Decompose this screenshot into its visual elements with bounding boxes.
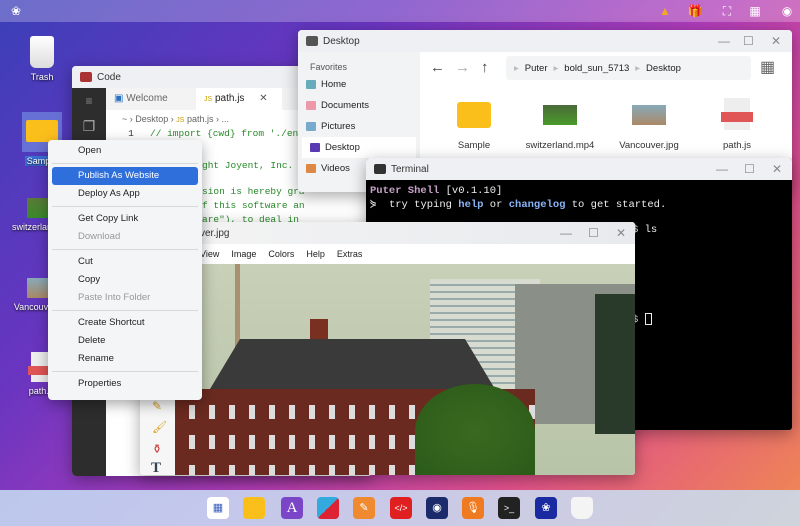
path-bar[interactable]: ▸ Puter ▸ bold_sun_5713 ▸ Desktop bbox=[506, 56, 751, 80]
home-icon bbox=[306, 80, 316, 89]
image-menubar: View Image Colors Help Extras bbox=[140, 244, 635, 264]
close-button[interactable]: ✕ bbox=[771, 34, 781, 48]
warning-icon[interactable]: ▲ bbox=[657, 3, 673, 19]
pictures-icon bbox=[306, 122, 316, 131]
recorder-icon[interactable]: 🎙 bbox=[462, 497, 484, 519]
menu-item-paste-into-folder: Paste Into Folder bbox=[78, 292, 151, 303]
folder-icon bbox=[306, 36, 318, 46]
file-item-vancouver[interactable]: Vancouver.jpg bbox=[609, 102, 689, 151]
menu-view[interactable]: View bbox=[200, 249, 219, 259]
minimize-button[interactable]: — bbox=[718, 34, 730, 48]
view-grid-icon[interactable]: ▦ bbox=[760, 57, 775, 77]
file-item-path-js[interactable]: path.js bbox=[697, 98, 777, 151]
desktop-item-trash[interactable]: Trash bbox=[12, 36, 72, 82]
menu-divider bbox=[52, 310, 198, 311]
user-icon[interactable]: ◉ bbox=[779, 3, 795, 19]
menu-item-open[interactable]: Open bbox=[52, 142, 198, 160]
terminal-titlebar[interactable]: Terminal — ☐ ✕ bbox=[366, 158, 792, 180]
cursor bbox=[644, 313, 652, 325]
menu-item-delete[interactable]: Delete bbox=[52, 332, 198, 350]
file-item-switzerland[interactable]: switzerland.mp4 bbox=[520, 102, 600, 151]
close-button[interactable]: ✕ bbox=[616, 226, 626, 240]
image-canvas[interactable] bbox=[175, 264, 635, 475]
back-button[interactable]: ← bbox=[430, 59, 445, 76]
code-content[interactable]: 1// import {cwd} from './env bbox=[112, 127, 304, 141]
top-bar: ❀ ▲ 🎁 ⛶ ▦ ◉ bbox=[0, 0, 800, 22]
pencil-tool-icon[interactable]: ✎ bbox=[152, 399, 162, 413]
puter-icon[interactable]: ❀ bbox=[535, 497, 557, 519]
qr-code-icon[interactable]: ▦ bbox=[747, 3, 763, 19]
menu-item-cut[interactable]: Cut bbox=[52, 253, 198, 271]
menu-divider bbox=[52, 163, 198, 164]
app-launcher-icon[interactable]: ▦ bbox=[207, 497, 229, 519]
files-icon[interactable] bbox=[243, 497, 265, 519]
menu-divider bbox=[52, 206, 198, 207]
explorer-files-icon[interactable]: ❐ bbox=[72, 118, 106, 135]
puter-logo-icon[interactable]: ❀ bbox=[8, 3, 24, 19]
js-file-icon bbox=[721, 98, 753, 130]
image-editor-window: ver.jpg — ☐ ✕ View Image Colors Help Ext… bbox=[140, 222, 635, 475]
terminal-icon[interactable]: >_ bbox=[498, 497, 520, 519]
context-menu: Open Publish As Website Deploy As App Get C… bbox=[48, 140, 202, 400]
code-lines-partial: ght Joyent, Inc. a sion is hereby gra f t… bbox=[202, 160, 305, 225]
image-titlebar[interactable]: ver.jpg — ☐ ✕ bbox=[140, 222, 635, 244]
sidebar-item-documents[interactable]: Documents bbox=[298, 95, 420, 116]
menu-item-rename[interactable]: Rename bbox=[52, 350, 198, 368]
tab-welcome[interactable]: ▣ Welcome bbox=[106, 88, 196, 110]
paint-icon[interactable]: ✎ bbox=[353, 497, 375, 519]
close-button[interactable]: ✕ bbox=[772, 162, 782, 176]
camera-icon[interactable]: ◉ bbox=[426, 497, 448, 519]
terminal-icon bbox=[374, 164, 386, 174]
videos-icon bbox=[306, 164, 316, 173]
minimize-button[interactable]: — bbox=[560, 226, 572, 240]
fill-tool-icon[interactable]: ⚱ bbox=[152, 442, 162, 456]
blocks-icon[interactable] bbox=[317, 497, 339, 519]
breadcrumb: ~ › Desktop › JS path.js › ... bbox=[122, 114, 230, 124]
explorer-titlebar[interactable]: Desktop — ☐ ✕ bbox=[298, 30, 792, 52]
gift-icon[interactable]: 🎁 bbox=[687, 3, 703, 19]
menu-item-copy[interactable]: Copy bbox=[52, 271, 198, 289]
close-tab-icon[interactable]: ✕ bbox=[259, 93, 267, 104]
maximize-button[interactable]: ☐ bbox=[588, 226, 599, 240]
brush-tool-icon[interactable]: 🖌 bbox=[152, 420, 167, 434]
menu-item-get-copy-link[interactable]: Get Copy Link bbox=[52, 210, 198, 228]
sidebar-item-pictures[interactable]: Pictures bbox=[298, 116, 420, 137]
video-thumbnail bbox=[543, 105, 577, 125]
tab-path-js[interactable]: JS path.js ✕ bbox=[196, 88, 282, 110]
maximize-button[interactable]: ☐ bbox=[744, 162, 755, 176]
fullscreen-icon[interactable]: ⛶ bbox=[719, 3, 735, 19]
terminal-output[interactable]: Puter Shell [v0.1.10] ⋟ try typing help … bbox=[366, 180, 792, 216]
text-tool-icon[interactable]: T bbox=[151, 460, 161, 475]
file-item-sample[interactable]: Sample bbox=[434, 102, 514, 151]
sidebar-item-desktop[interactable]: Desktop bbox=[302, 137, 416, 158]
code-icon bbox=[80, 72, 92, 82]
sidebar-item-home[interactable]: Home bbox=[298, 74, 420, 95]
up-button[interactable]: ↑ bbox=[481, 59, 489, 76]
menu-colors[interactable]: Colors bbox=[268, 249, 294, 259]
trash-icon bbox=[30, 36, 54, 68]
maximize-button[interactable]: ☐ bbox=[743, 34, 754, 48]
folder-icon bbox=[457, 102, 491, 128]
menu-item-download: Download bbox=[78, 231, 121, 242]
menu-item-create-shortcut[interactable]: Create Shortcut bbox=[52, 314, 198, 332]
forward-button[interactable]: → bbox=[455, 59, 470, 76]
menu-item-deploy-as-app[interactable]: Deploy As App bbox=[52, 185, 198, 203]
menu-divider bbox=[52, 371, 198, 372]
image-thumbnail bbox=[632, 105, 666, 125]
menu-icon[interactable]: ≡ bbox=[72, 94, 106, 108]
taskbar: ▦ A ✎ </> ◉ 🎙 >_ ❀ bbox=[0, 490, 800, 526]
documents-icon bbox=[306, 101, 316, 110]
minimize-button[interactable]: — bbox=[716, 162, 728, 176]
trash-icon[interactable] bbox=[571, 497, 593, 519]
menu-item-properties[interactable]: Properties bbox=[52, 375, 198, 393]
menu-divider bbox=[52, 249, 198, 250]
menu-help[interactable]: Help bbox=[306, 249, 325, 259]
menu-image[interactable]: Image bbox=[231, 249, 256, 259]
editor-a-icon[interactable]: A bbox=[281, 497, 303, 519]
menu-item-publish-as-website[interactable]: Publish As Website bbox=[52, 167, 198, 185]
menu-extras[interactable]: Extras bbox=[337, 249, 363, 259]
desktop-icon bbox=[310, 143, 320, 152]
code-icon[interactable]: </> bbox=[390, 497, 412, 519]
